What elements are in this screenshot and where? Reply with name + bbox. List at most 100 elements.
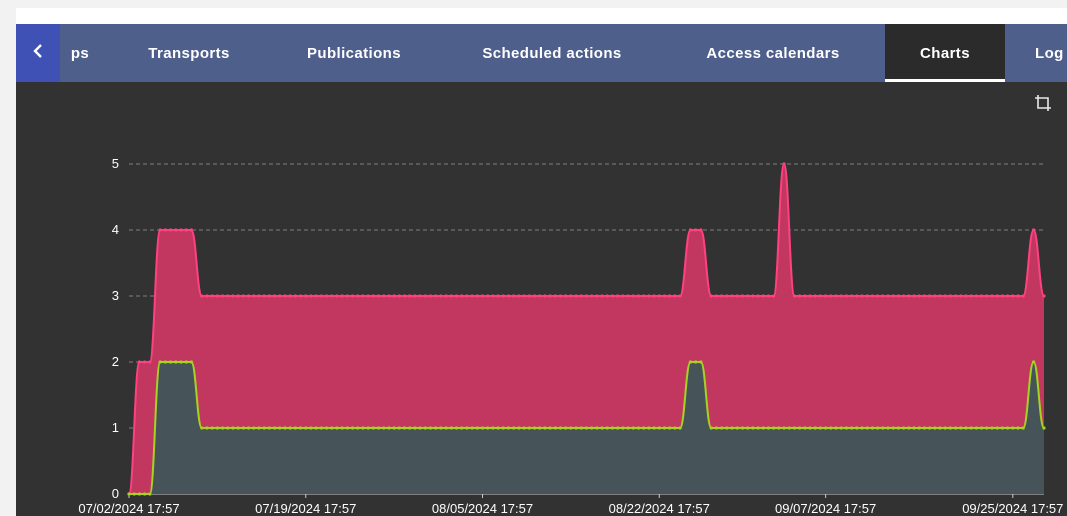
series-point-0 [865, 294, 869, 298]
series-point-0 [345, 294, 349, 298]
series-point-1 [558, 426, 563, 430]
series-point-1 [688, 360, 693, 364]
series-point-0 [215, 294, 219, 298]
series-point-0 [954, 294, 958, 298]
series-point-1 [298, 426, 303, 430]
series-point-1 [413, 426, 417, 430]
series-point-0 [595, 294, 599, 298]
series-point-1 [766, 426, 771, 430]
series-point-0 [824, 294, 828, 298]
y-tick-label: 1 [112, 420, 119, 435]
series-point-1 [579, 426, 583, 430]
series-point-0 [210, 294, 214, 298]
series-point-0 [434, 294, 438, 298]
series-point-0 [922, 294, 927, 298]
series-point-1 [824, 426, 828, 430]
series-point-1 [512, 426, 516, 430]
series-point-0 [626, 294, 630, 298]
series-point-1 [720, 426, 724, 430]
series-point-1 [267, 426, 271, 430]
charts-panel: ps Transports Publications Scheduled act… [16, 8, 1067, 516]
series-point-1 [215, 426, 219, 430]
series-point-1 [205, 426, 209, 430]
series-point-0 [751, 294, 755, 298]
series-point-0 [439, 294, 443, 298]
series-point-0 [356, 294, 360, 298]
series-point-0 [449, 294, 453, 298]
series-point-1 [548, 426, 552, 430]
series-point-0 [142, 360, 147, 364]
series-point-1 [876, 426, 880, 430]
series-point-0 [309, 294, 313, 298]
series-point-0 [933, 294, 937, 298]
series-point-0 [813, 294, 817, 298]
series-point-0 [985, 294, 989, 298]
series-point-0 [241, 294, 245, 298]
series-point-0 [605, 294, 609, 298]
series-point-1 [428, 426, 433, 430]
series-point-0 [148, 360, 152, 364]
scroll-tabs-back-button[interactable] [16, 24, 60, 82]
series-point-1 [969, 426, 973, 430]
series-point-0 [725, 294, 729, 298]
series-point-1 [517, 426, 521, 430]
series-point-1 [652, 426, 656, 430]
series-point-0 [943, 294, 947, 298]
series-point-1 [142, 492, 147, 496]
series-point-1 [605, 426, 609, 430]
series-point-0 [491, 294, 495, 298]
series-point-1 [943, 426, 947, 430]
x-tick-label: 07/02/2024 17:57 [78, 501, 179, 516]
tab-transports[interactable]: Transports [124, 24, 254, 82]
series-point-0 [517, 294, 521, 298]
series-point-0 [158, 228, 162, 232]
series-point-0 [1021, 294, 1025, 298]
series-point-0 [673, 294, 677, 298]
series-point-1 [636, 426, 641, 430]
tab-bar: ps Transports Publications Scheduled act… [16, 24, 1067, 82]
tab-charts[interactable]: Charts [885, 24, 1005, 82]
series-point-1 [127, 492, 131, 496]
tab-access-calendars[interactable]: Access calendars [680, 24, 866, 82]
series-point-1 [668, 426, 672, 430]
series-point-1 [662, 426, 667, 430]
series-point-0 [486, 294, 490, 298]
y-tick-label: 5 [112, 156, 119, 171]
series-point-1 [564, 426, 568, 430]
series-point-1 [371, 426, 375, 430]
series-point-0 [844, 294, 849, 298]
series-point-0 [330, 294, 334, 298]
series-point-1 [200, 426, 204, 430]
series-point-0 [818, 294, 823, 298]
tab-publications[interactable]: Publications [284, 24, 424, 82]
series-point-0 [257, 294, 261, 298]
series-point-1 [522, 426, 526, 430]
series-point-1 [532, 426, 537, 430]
tab-groups[interactable]: ps [60, 24, 100, 82]
series-point-1 [132, 492, 136, 496]
series-point-0 [189, 228, 193, 232]
series-point-1 [345, 426, 349, 430]
series-point-0 [1000, 294, 1005, 298]
series-point-1 [865, 426, 869, 430]
series-point-0 [569, 294, 573, 298]
series-point-1 [974, 426, 979, 430]
series-point-0 [808, 294, 812, 298]
tab-scheduled-actions[interactable]: Scheduled actions [454, 24, 650, 82]
series-point-0 [226, 294, 230, 298]
tab-logs[interactable]: Log [1025, 24, 1067, 82]
series-point-0 [470, 294, 474, 298]
series-point-1 [475, 426, 479, 430]
series-point-1 [246, 426, 251, 430]
series-point-1 [241, 426, 245, 430]
series-point-0 [870, 294, 875, 298]
series-point-1 [678, 426, 682, 430]
series-point-1 [756, 426, 760, 430]
series-point-1 [912, 426, 916, 430]
series-point-1 [730, 426, 734, 430]
series-point-0 [574, 294, 578, 298]
series-point-0 [600, 294, 604, 298]
series-point-1 [740, 426, 745, 430]
series-point-1 [870, 426, 875, 430]
crop-icon[interactable] [1032, 92, 1054, 114]
